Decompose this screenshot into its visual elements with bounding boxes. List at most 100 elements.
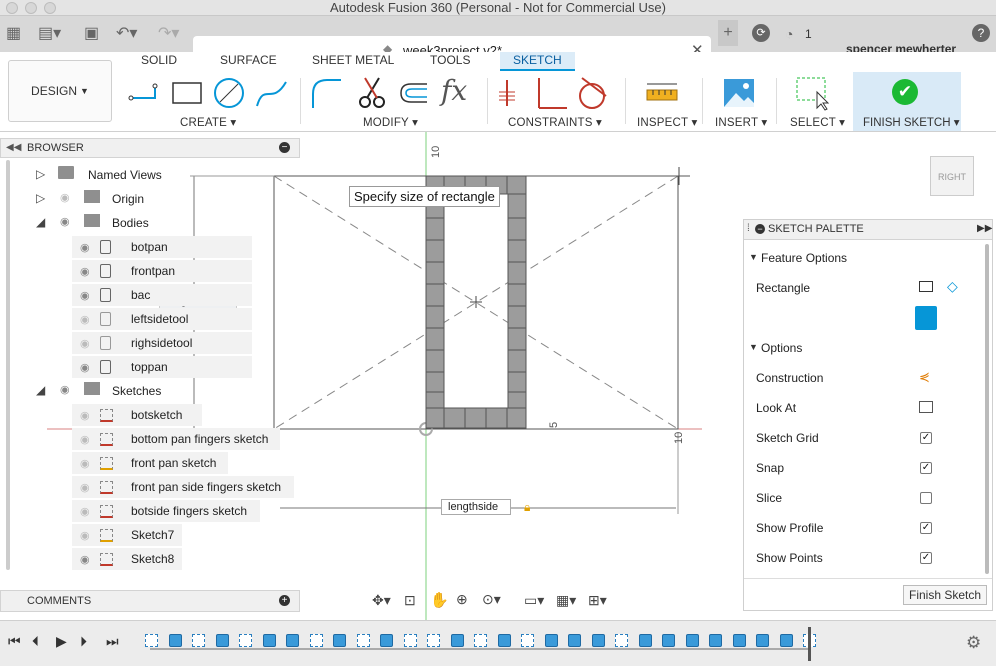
look-at-icon[interactable] <box>919 401 933 413</box>
browser-scrollbar[interactable] <box>6 160 10 570</box>
collapse-arrow-icon[interactable]: ◢ <box>36 383 45 397</box>
select-menu[interactable]: SELECT ▾ <box>790 115 845 129</box>
tab-sketch[interactable]: SKETCH <box>500 52 575 71</box>
step-back-icon[interactable]: ⏴ <box>32 633 39 650</box>
timeline-sketch-icon[interactable] <box>356 634 370 647</box>
timeline-extrude-icon[interactable] <box>662 634 675 647</box>
timeline-extrude-icon[interactable] <box>333 634 346 647</box>
expand-arrow-icon[interactable]: ▷ <box>36 167 45 181</box>
job-status-clock-icon[interactable]: ◔ <box>785 24 793 44</box>
lock-icon[interactable]: 🔒︎ <box>524 500 530 515</box>
pan-hand-icon[interactable]: ✋ <box>430 591 449 609</box>
create-menu[interactable]: CREATE ▾ <box>180 115 236 129</box>
tab-surface[interactable]: SURFACE <box>220 53 277 67</box>
feature-options-header[interactable]: Feature Options <box>761 251 847 265</box>
tab-sheet-metal[interactable]: SHEET METAL <box>312 53 394 67</box>
undo-icon[interactable]: ↶▾ <box>116 24 137 44</box>
comments-panel-header[interactable]: COMMENTS + <box>0 590 300 612</box>
workspace-switcher[interactable]: DESIGN ▼ <box>8 60 112 122</box>
expand-palette-icon[interactable]: ▶▶ <box>977 223 992 234</box>
slice-checkbox[interactable] <box>920 492 932 504</box>
timeline-sketch-icon[interactable] <box>521 634 534 647</box>
options-header[interactable]: Options <box>761 341 802 355</box>
minimize-panel-icon[interactable]: − <box>279 142 290 153</box>
browser-item-leftsidetool[interactable]: leftsidetool <box>131 312 188 326</box>
drag-handle-icon[interactable]: ⁞ <box>747 223 750 234</box>
tab-tools[interactable]: TOOLS <box>430 53 470 67</box>
extensions-icon[interactable]: ⟳ <box>752 24 770 42</box>
timeline-extrude-icon[interactable] <box>568 634 581 647</box>
insert-image-icon[interactable] <box>722 76 756 112</box>
timeline-extrude-icon[interactable] <box>215 634 229 647</box>
finish-sketch-palette-button[interactable]: Finish Sketch <box>903 585 987 605</box>
expand-arrow-icon[interactable]: ▷ <box>36 191 45 205</box>
length-dimension-input[interactable]: lengthside <box>441 499 511 515</box>
timeline-extrude-icon[interactable] <box>756 634 769 647</box>
file-menu-icon[interactable]: ▤▾ <box>38 24 61 44</box>
measure-ruler-icon[interactable] <box>645 76 679 112</box>
timeline-sketch-icon[interactable] <box>145 634 158 647</box>
insert-menu[interactable]: INSERT ▾ <box>715 115 767 129</box>
palette-header[interactable]: ⁞ − SKETCH PALETTE ▶▶ <box>744 220 992 240</box>
timeline-sketch-icon[interactable] <box>474 634 487 647</box>
spline-tool-icon[interactable] <box>254 76 290 112</box>
modify-menu[interactable]: MODIFY ▾ <box>363 115 418 129</box>
browser-item-bodies[interactable]: Bodies <box>112 216 149 230</box>
timeline-sketch-icon[interactable] <box>427 634 440 647</box>
perpendicular-constraint-icon[interactable] <box>533 76 569 112</box>
timeline-extrude-icon[interactable] <box>168 634 182 647</box>
zoom-icon[interactable]: ⊕ <box>456 591 468 608</box>
fillet-tool-icon[interactable] <box>309 76 345 112</box>
timeline-extrude-icon[interactable] <box>732 634 746 647</box>
viewcube[interactable]: RIGHT <box>930 156 974 196</box>
parameters-fx-icon[interactable]: fx <box>441 74 467 107</box>
coincident-constraint-icon[interactable] <box>497 76 527 112</box>
timeline-extrude-icon[interactable] <box>779 634 793 647</box>
timeline-sketch-icon[interactable] <box>403 634 417 647</box>
timeline-extrude-icon[interactable] <box>709 634 722 647</box>
rectangle-tool-icon[interactable] <box>170 76 206 112</box>
snap-checkbox[interactable]: ✓ <box>920 462 932 474</box>
construction-toggle-icon[interactable]: ⋞ <box>919 369 930 385</box>
timeline-extrude-icon[interactable] <box>591 634 605 647</box>
collapse-arrow-icon[interactable]: ◢ <box>36 215 45 229</box>
collapse-panel-icon[interactable]: ◀◀ <box>6 142 21 153</box>
timeline-extrude-icon[interactable] <box>286 634 299 647</box>
help-icon[interactable]: ? <box>972 24 990 42</box>
timeline-extrude-icon[interactable] <box>262 634 276 647</box>
collapse-arrow-icon[interactable]: ▼ <box>749 342 758 352</box>
browser-item-sketches[interactable]: Sketches <box>112 384 161 398</box>
timeline-sketch-icon[interactable] <box>192 634 205 647</box>
visibility-eye-icon[interactable]: ◉ <box>60 383 70 396</box>
browser-item-sketch8[interactable]: Sketch8 <box>131 552 174 566</box>
browser-item-botpan[interactable]: botpan <box>131 240 168 254</box>
go-to-end-icon[interactable]: ⏭ <box>106 633 119 650</box>
viewports-icon[interactable]: ⊞▾ <box>588 592 607 609</box>
timeline-sketch-icon[interactable] <box>239 634 252 647</box>
circle-tool-icon[interactable] <box>212 76 248 112</box>
go-to-start-icon[interactable]: ⏮ <box>8 633 21 650</box>
timeline-sketch-icon[interactable] <box>309 634 323 647</box>
browser-item-front-pan-side-fingers-sketch[interactable]: front pan side fingers sketch <box>131 480 281 494</box>
browser-item-front-pan-sketch[interactable]: front pan sketch <box>131 456 216 470</box>
offset-tool-icon[interactable] <box>397 76 433 112</box>
browser-item-botside-fingers-sketch[interactable]: botside fingers sketch <box>131 504 247 518</box>
timeline-marker[interactable] <box>808 627 811 661</box>
data-panel-grid-icon[interactable]: ▦ <box>6 24 21 44</box>
palette-scrollbar[interactable] <box>985 244 989 574</box>
grid-settings-icon[interactable]: ▦▾ <box>556 592 576 609</box>
browser-item-righsidetool[interactable]: righsidetool <box>131 336 192 350</box>
two-point-rectangle-icon[interactable] <box>919 281 933 292</box>
finish-sketch-button[interactable]: ✔ FINISH SKETCH ▾ <box>853 72 961 131</box>
line-tool-icon[interactable] <box>127 76 163 112</box>
three-point-rectangle-button[interactable] <box>915 306 937 330</box>
settings-gear-icon[interactable]: ⚙ <box>966 633 981 653</box>
add-comment-icon[interactable]: + <box>279 595 290 606</box>
timeline-extrude-icon[interactable] <box>685 634 699 647</box>
show-profile-checkbox[interactable]: ✓ <box>920 522 932 534</box>
browser-panel-header[interactable]: ◀◀ BROWSER − <box>0 138 300 158</box>
select-window-icon[interactable] <box>795 76 831 112</box>
step-forward-icon[interactable]: ⏵ <box>80 633 87 650</box>
timeline-extrude-icon[interactable] <box>638 634 652 647</box>
save-icon[interactable]: ▣ <box>84 24 99 44</box>
